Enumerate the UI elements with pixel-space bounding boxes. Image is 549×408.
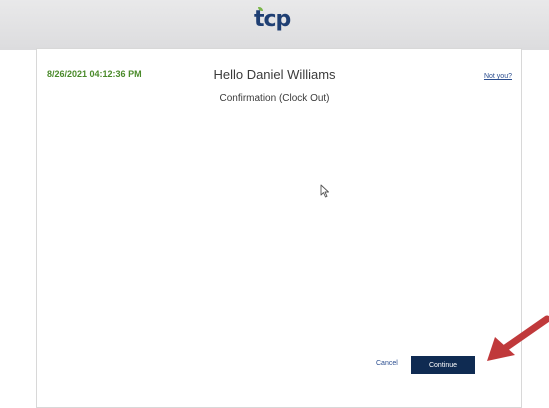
not-you-link[interactable]: Not you? (484, 73, 512, 80)
red-arrow-icon (487, 315, 549, 361)
continue-button[interactable]: Continue (411, 356, 475, 374)
greeting-heading: Hello Daniel Williams (213, 67, 336, 82)
tcp-logo: tcp (254, 7, 291, 32)
mouse-pointer-icon (320, 184, 329, 198)
confirmation-subtitle: Confirmation (Clock Out) (219, 93, 330, 104)
cancel-button[interactable]: Cancel (376, 360, 398, 367)
